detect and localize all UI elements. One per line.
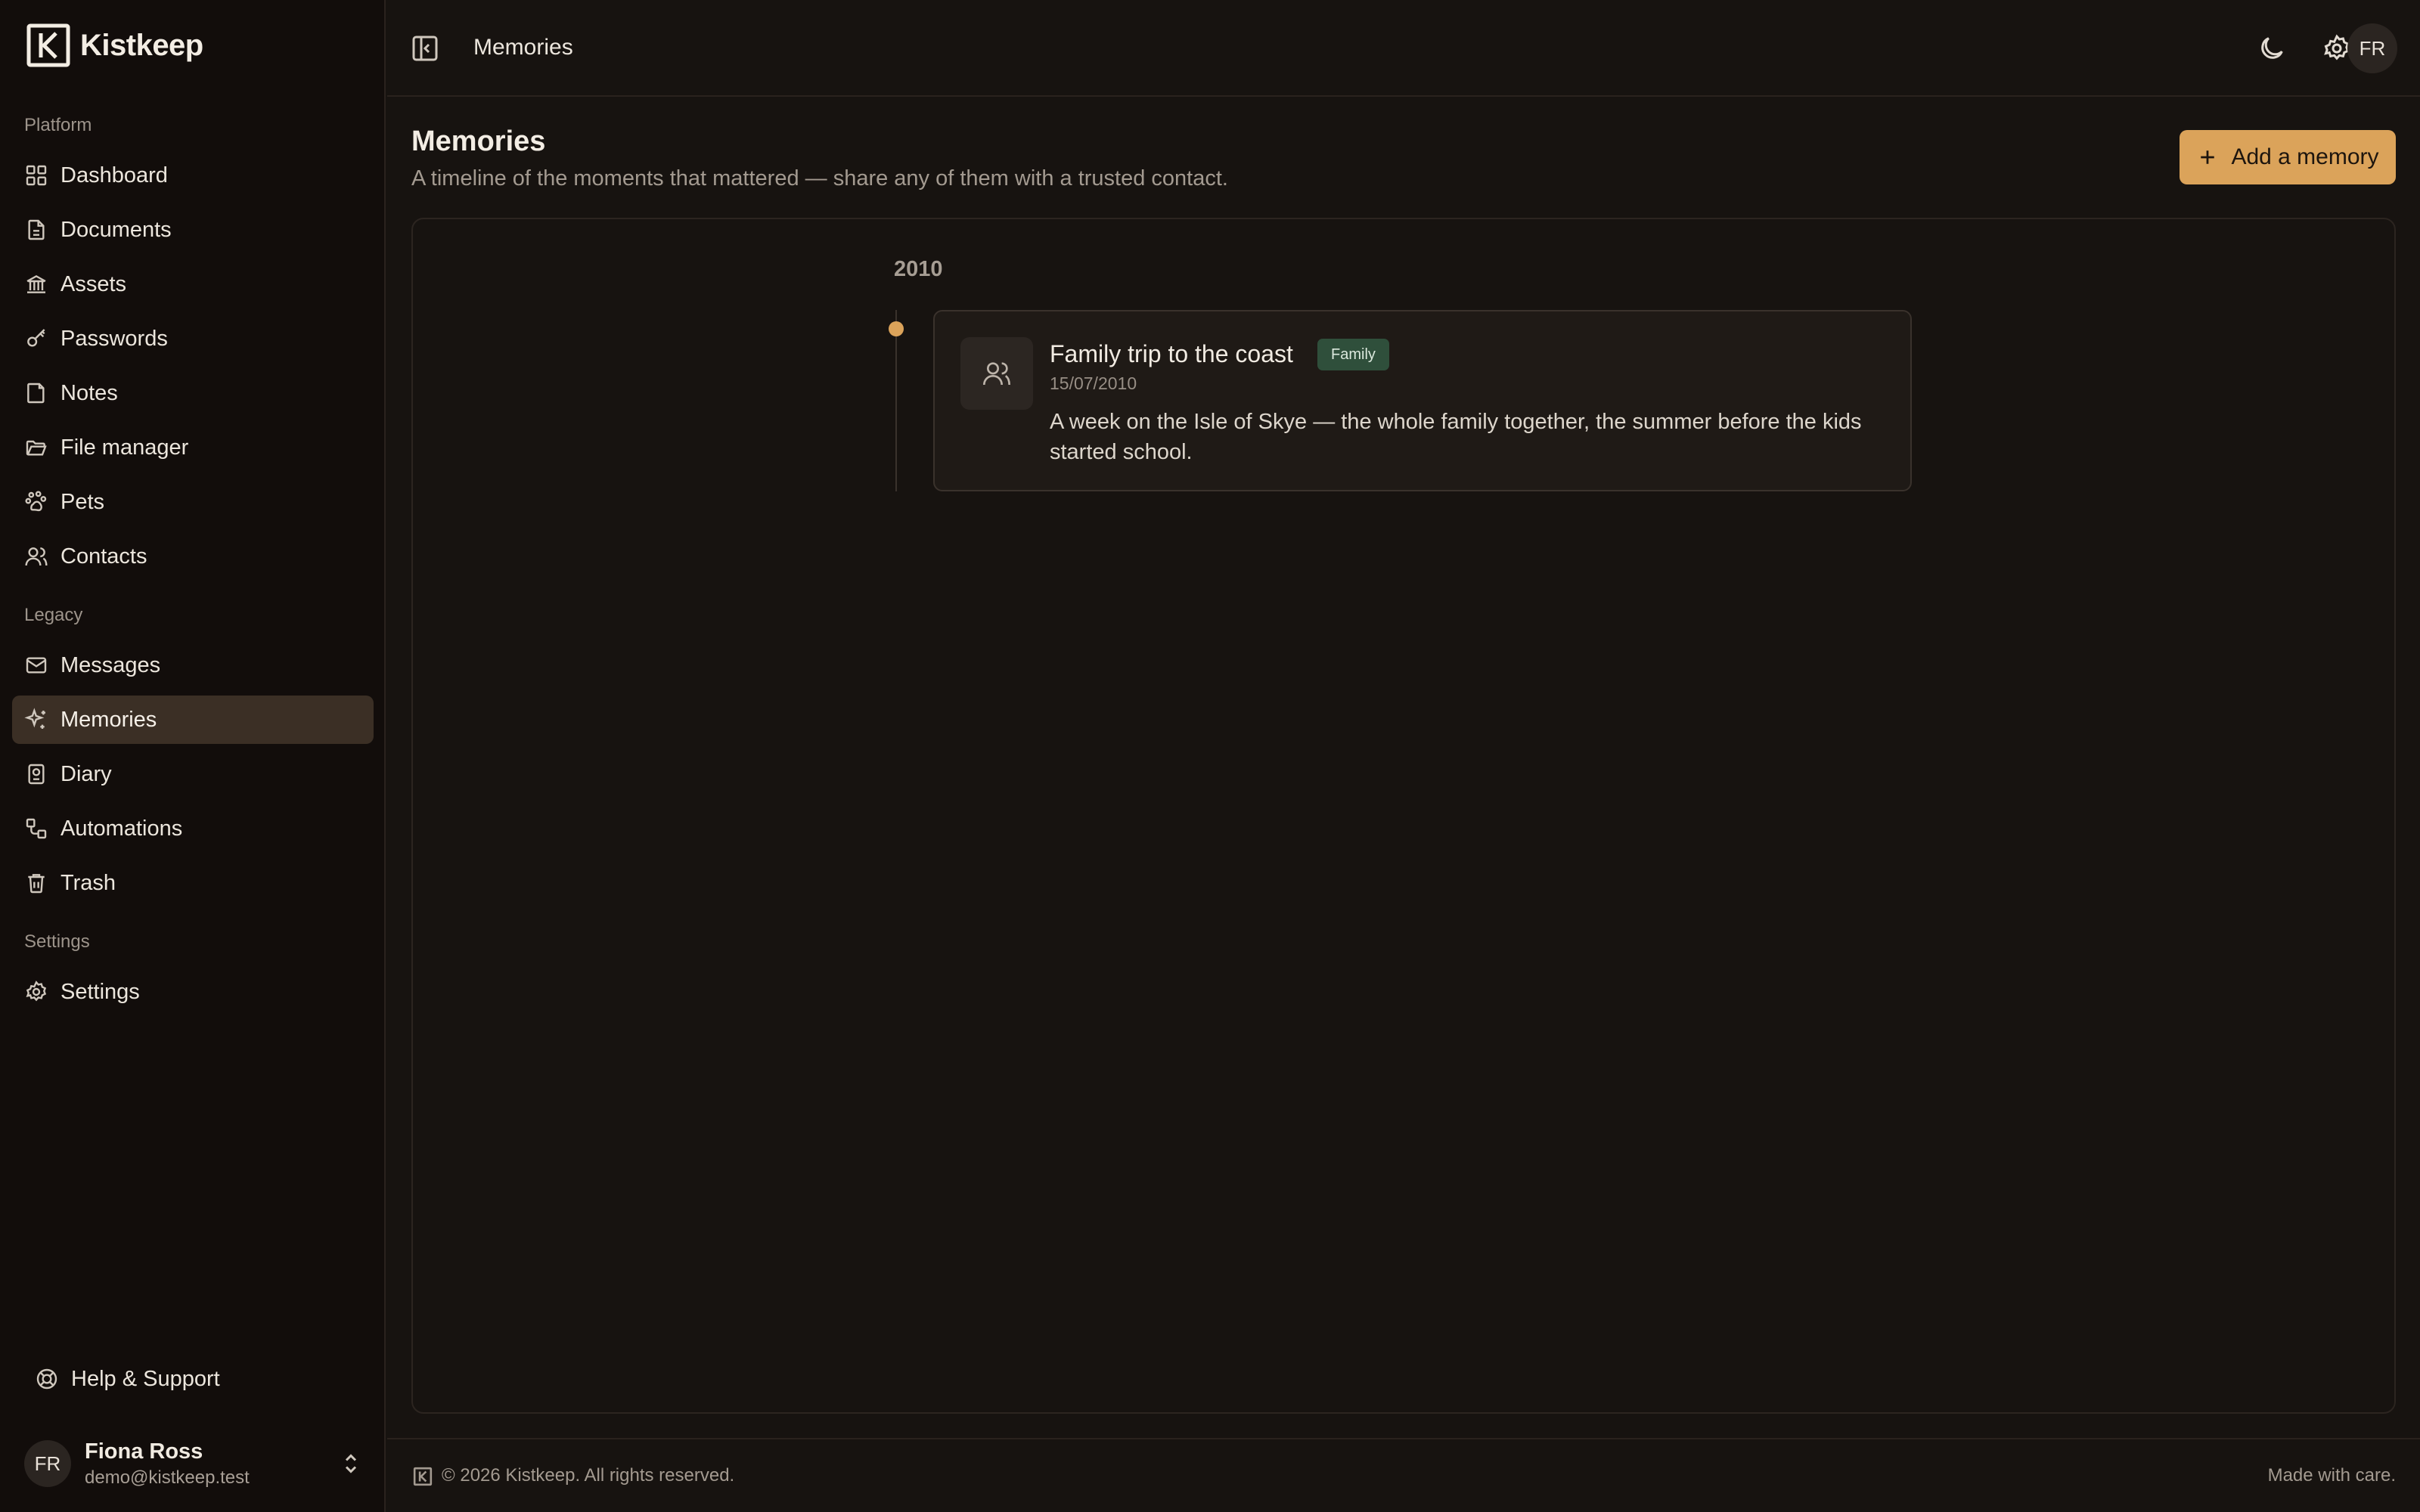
- bank-icon: [24, 272, 48, 296]
- sidebar: Kistkeep Platform Dashboard Documents As…: [0, 0, 386, 1512]
- sidebar-item-pets[interactable]: Pets: [12, 478, 374, 526]
- brand[interactable]: Kistkeep: [26, 21, 203, 70]
- avatar[interactable]: FR: [2347, 23, 2397, 73]
- sidebar-item-diary[interactable]: Diary: [12, 750, 374, 798]
- breadcrumb: Memories: [473, 35, 573, 60]
- sidebar-item-assets[interactable]: Assets: [12, 260, 374, 308]
- memory-tag-badge: Family: [1317, 339, 1389, 370]
- lifebuoy-icon: [35, 1367, 59, 1391]
- user-email: demo@kistkeep.test: [85, 1467, 250, 1488]
- sidebar-item-label: Documents: [60, 217, 172, 242]
- user-menu[interactable]: FR Fiona Ross demo@kistkeep.test: [24, 1433, 365, 1494]
- footer: © 2026 Kistkeep. All rights reserved. Ma…: [387, 1438, 2420, 1512]
- sidebar-item-trash[interactable]: Trash: [12, 859, 374, 907]
- sidebar-item-label: Dashboard: [60, 163, 168, 187]
- sidebar-item-notes[interactable]: Notes: [12, 369, 374, 417]
- section-label-platform: Platform: [24, 115, 92, 135]
- sidebar-item-label: Notes: [60, 380, 118, 405]
- sidebar-item-label: Settings: [60, 979, 140, 1004]
- help-support-label: Help & Support: [71, 1366, 220, 1391]
- memory-description: A week on the Isle of Skye — the whole f…: [1050, 410, 1862, 464]
- topbar: Memories FR: [387, 0, 2420, 97]
- avatar: FR: [24, 1440, 71, 1487]
- workflow-icon: [24, 816, 48, 841]
- sidebar-item-automations[interactable]: Automations: [12, 804, 374, 853]
- section-label-settings: Settings: [24, 931, 90, 952]
- memory-title: Family trip to the coast: [1050, 340, 1293, 367]
- sidebar-item-label: File manager: [60, 435, 189, 460]
- sparkles-icon: [24, 708, 48, 732]
- key-icon: [24, 327, 48, 351]
- sidebar-item-dashboard[interactable]: Dashboard: [12, 151, 374, 200]
- mail-icon: [24, 653, 48, 677]
- sidebar-item-messages[interactable]: Messages: [12, 641, 374, 689]
- timeline-year: 2010: [894, 257, 943, 281]
- sidebar-item-label: Automations: [60, 816, 183, 841]
- sidebar-item-settings[interactable]: Settings: [12, 968, 374, 1016]
- users-icon: [24, 544, 48, 569]
- sidebar-item-label: Diary: [60, 761, 112, 786]
- sidebar-item-file-manager[interactable]: File manager: [12, 423, 374, 472]
- page-subtitle: A timeline of the moments that mattered …: [411, 166, 1228, 191]
- sidebar-item-label: Passwords: [60, 326, 168, 351]
- chevron-up-down-icon: [345, 1454, 357, 1473]
- footer-tagline: Made with care.: [2267, 1465, 2396, 1486]
- sidebar-item-memories[interactable]: Memories: [12, 696, 374, 744]
- kistkeep-logo-icon: [413, 1467, 433, 1486]
- gear-icon: [24, 980, 48, 1004]
- memory-card[interactable]: Family trip to the coast Family 15/07/20…: [933, 310, 1912, 491]
- moon-icon[interactable]: [2257, 33, 2287, 64]
- users-icon: [960, 337, 1033, 410]
- sidebar-item-label: Messages: [60, 652, 161, 677]
- sidebar-item-label: Memories: [60, 707, 157, 732]
- note-icon: [24, 381, 48, 405]
- sidebar-item-contacts[interactable]: Contacts: [12, 532, 374, 581]
- kistkeep-logo-icon: [26, 23, 70, 67]
- memory-date: 15/07/2010: [1050, 373, 1137, 393]
- brand-name: Kistkeep: [80, 28, 203, 62]
- sidebar-item-label: Pets: [60, 489, 105, 514]
- paw-icon: [24, 490, 48, 514]
- sidebar-item-label: Contacts: [60, 544, 147, 569]
- add-memory-label: Add a memory: [2231, 144, 2379, 169]
- section-label-legacy: Legacy: [24, 605, 83, 625]
- document-icon: [24, 218, 48, 242]
- help-support-link[interactable]: Help & Support: [24, 1355, 361, 1403]
- dashboard-icon: [24, 163, 48, 187]
- folder-icon: [24, 435, 48, 460]
- diary-icon: [24, 762, 48, 786]
- plus-icon: [2201, 150, 2215, 164]
- timeline-line: [895, 310, 897, 491]
- footer-copyright: © 2026 Kistkeep. All rights reserved.: [442, 1465, 735, 1486]
- sidebar-item-documents[interactable]: Documents: [12, 206, 374, 254]
- user-name: Fiona Ross: [85, 1439, 203, 1464]
- trash-icon: [24, 871, 48, 895]
- sidebar-toggle-icon[interactable]: [410, 33, 440, 64]
- sidebar-item-passwords[interactable]: Passwords: [12, 314, 374, 363]
- sidebar-item-label: Trash: [60, 870, 116, 895]
- add-memory-button[interactable]: Add a memory: [2180, 130, 2396, 184]
- timeline-dot: [889, 321, 904, 336]
- page-title: Memories: [411, 125, 546, 157]
- sidebar-item-label: Assets: [60, 271, 127, 296]
